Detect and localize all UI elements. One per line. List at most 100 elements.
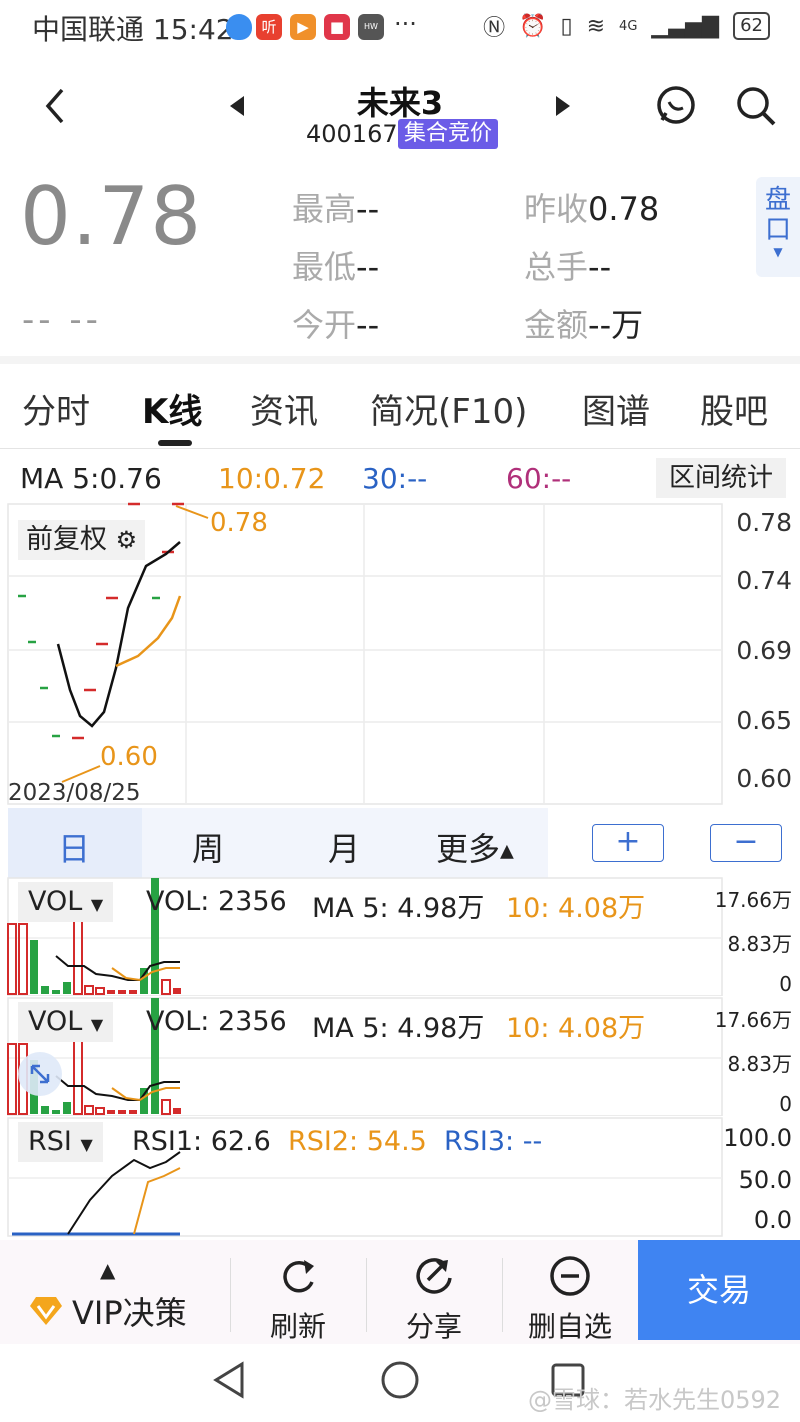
toolbar-separator bbox=[366, 1258, 367, 1332]
remove-watchlist-button[interactable]: 删自选 bbox=[522, 1240, 618, 1344]
low-price-marker: 0.60 bbox=[100, 742, 158, 772]
period-day[interactable]: 日 bbox=[58, 824, 90, 870]
share-button[interactable]: 分享 bbox=[398, 1240, 470, 1344]
vol-indicator-selector[interactable]: VOL ▼ bbox=[18, 882, 114, 922]
auction-badge: 集合竞价 bbox=[398, 119, 499, 149]
rsi-indicator-selector[interactable]: RSI ▼ bbox=[18, 1122, 103, 1162]
quote-low: 最低-- bbox=[292, 242, 379, 288]
tab-fenshi[interactable]: 分时 bbox=[22, 384, 90, 433]
vip-decision-button[interactable]: VIP决策 bbox=[28, 1288, 187, 1334]
quote-prev-close: 昨收0.78 bbox=[524, 184, 659, 230]
ma5-readout: MA 5:0.76 bbox=[20, 462, 162, 495]
vol-value: VOL: 2356 bbox=[146, 1006, 287, 1037]
start-date-label: 2023/08/25 bbox=[8, 780, 141, 806]
y-tick: 0.65 bbox=[736, 706, 792, 735]
period-month[interactable]: 月 bbox=[328, 824, 360, 870]
vol-y-tick: 0 bbox=[779, 1092, 792, 1116]
y-tick: 0.60 bbox=[736, 764, 792, 793]
ma30-readout: 30:-- bbox=[362, 462, 428, 495]
trade-button[interactable]: 交易 bbox=[638, 1240, 800, 1340]
zoom-out-button[interactable]: − bbox=[710, 824, 782, 862]
gear-icon: ⚙ bbox=[115, 526, 138, 554]
rsi2-value: RSI2: 54.5 bbox=[288, 1126, 427, 1157]
rsi1-value: RSI1: 62.6 bbox=[132, 1126, 271, 1157]
video-app-icon: ▶ bbox=[290, 14, 316, 40]
ma10-readout: 10:0.72 bbox=[218, 462, 326, 495]
tab-active-indicator bbox=[158, 440, 192, 446]
nfc-icon: Ⓝ bbox=[483, 16, 506, 41]
chat-icon[interactable] bbox=[654, 84, 698, 132]
tab-kline[interactable]: K线 bbox=[142, 384, 202, 433]
vol-indicator-label: VOL bbox=[28, 886, 83, 917]
toolbar-separator bbox=[502, 1258, 503, 1332]
kline-chart[interactable]: 前复权 ⚙ 0.78 0.60 2023/08/25 0.78 0.74 0.6… bbox=[0, 500, 800, 806]
listen-app-icon: 听 bbox=[256, 14, 282, 40]
tabs-divider bbox=[0, 448, 800, 449]
amount-label: 金额 bbox=[524, 306, 589, 344]
search-icon[interactable] bbox=[734, 84, 778, 132]
tab-f10[interactable]: 简况(F10) bbox=[370, 384, 527, 433]
pankou-button[interactable]: 盘口 ▼ bbox=[756, 177, 800, 277]
refresh-icon bbox=[283, 1260, 314, 1293]
next-stock-button[interactable] bbox=[552, 94, 572, 122]
caret-down-icon: ▼ bbox=[90, 1015, 104, 1034]
book-app-icon: ■ bbox=[324, 14, 350, 40]
vol-ma5: MA 5: 4.98万 bbox=[312, 893, 485, 924]
tab-forum[interactable]: 股吧 bbox=[700, 384, 768, 433]
rsi-y-tick: 0.0 bbox=[753, 1206, 792, 1234]
caret-down-icon: ▼ bbox=[80, 1135, 93, 1154]
low-label: 最低 bbox=[292, 248, 357, 286]
current-price: 0.78 bbox=[20, 170, 203, 263]
quote-volume: 总手-- bbox=[524, 242, 611, 288]
vol-y-tick: 8.83万 bbox=[727, 1052, 792, 1076]
vol-y-tick: 0 bbox=[779, 972, 792, 996]
vol-ma10: 10: 4.08万 bbox=[506, 893, 646, 924]
ma60-readout: 60:-- bbox=[506, 462, 572, 495]
more-notifications-icon: ··· bbox=[394, 10, 417, 38]
tab-news[interactable]: 资讯 bbox=[250, 384, 318, 433]
status-right: Ⓝ ⏰ ▯ ≋ 4G ▁▃▅▇ 62 bbox=[483, 10, 770, 42]
watermark: @雪球：若水先生0592 bbox=[528, 1386, 782, 1414]
vol-indicator-label: VOL bbox=[28, 1006, 83, 1037]
range-stats-button[interactable]: 区间统计 bbox=[656, 458, 786, 498]
vol-ma10: 10: 4.08万 bbox=[506, 1013, 646, 1044]
adjust-label: 前复权 bbox=[26, 524, 107, 555]
battery-icon: 62 bbox=[733, 12, 770, 40]
nav-back-button[interactable] bbox=[210, 1360, 250, 1404]
rsi-indicator-label: RSI bbox=[28, 1126, 72, 1157]
high-price-marker: 0.78 bbox=[210, 508, 268, 538]
quote-open: 今开-- bbox=[292, 300, 379, 346]
refresh-label: 刷新 bbox=[269, 1310, 326, 1343]
quote-high: 最高-- bbox=[292, 184, 379, 230]
open-value: -- bbox=[356, 306, 380, 344]
zoom-in-button[interactable]: + bbox=[592, 824, 664, 862]
tab-graph[interactable]: 图谱 bbox=[582, 384, 650, 433]
vip-label: VIP决策 bbox=[72, 1294, 187, 1332]
high-label: 最高 bbox=[292, 190, 357, 228]
rsi-panel[interactable]: RSI ▼ RSI1: 62.6 RSI2: 54.5 RSI3: -- 100… bbox=[0, 1116, 800, 1238]
vol-panel-2[interactable]: VOL ▼ VOL: 2356 MA 5: 4.98万 10: 4.08万 17… bbox=[0, 996, 800, 1116]
refresh-button[interactable]: 刷新 bbox=[262, 1240, 334, 1344]
stock-code: 400167 bbox=[306, 120, 398, 148]
vol-y-tick: 8.83万 bbox=[727, 932, 792, 956]
vol-panel-1[interactable]: VOL ▼ VOL: 2356 MA 5: 4.98万 10: 4.08万 17… bbox=[0, 876, 800, 996]
vol-indicator-selector[interactable]: VOL ▼ bbox=[18, 1002, 114, 1042]
share-icon bbox=[416, 1258, 452, 1294]
shield-icon bbox=[226, 14, 252, 40]
rsi-y-tick: 50.0 bbox=[738, 1166, 792, 1194]
period-more[interactable]: 更多▲ bbox=[436, 824, 514, 870]
y-tick: 0.78 bbox=[736, 508, 792, 537]
carrier-time: 中国联通 15:42 bbox=[32, 13, 234, 46]
share-label: 分享 bbox=[405, 1310, 462, 1343]
open-label: 今开 bbox=[292, 306, 357, 344]
rsi-y-tick: 100.0 bbox=[723, 1124, 792, 1152]
y-tick: 0.69 bbox=[736, 636, 792, 665]
adjust-selector[interactable]: 前复权 ⚙ bbox=[18, 520, 146, 560]
expand-chart-icon[interactable] bbox=[18, 1052, 62, 1096]
vibrate-icon: ▯ bbox=[560, 13, 573, 39]
wifi-icon: ≋ bbox=[586, 13, 606, 39]
high-value: -- bbox=[356, 190, 380, 228]
nav-home-button[interactable] bbox=[380, 1360, 420, 1404]
period-week[interactable]: 周 bbox=[192, 824, 224, 870]
volume-value: -- bbox=[588, 248, 612, 286]
